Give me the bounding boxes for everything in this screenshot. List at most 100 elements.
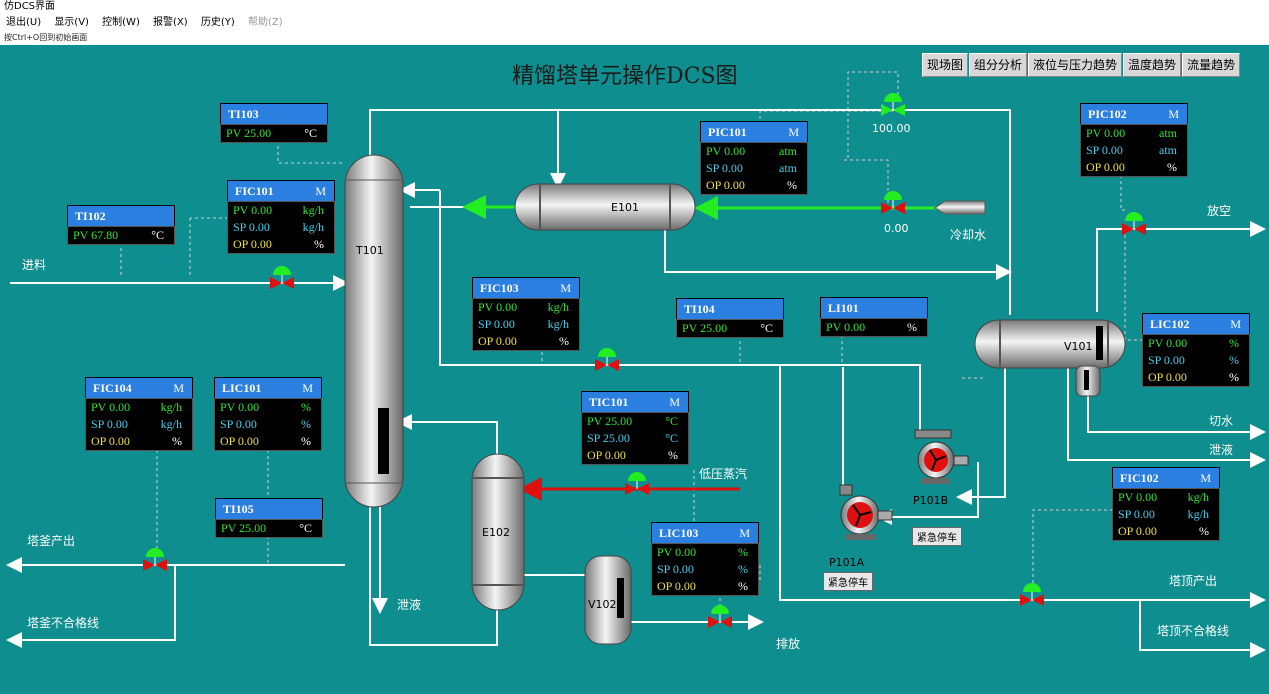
lic102-sp-unit: %	[1229, 353, 1239, 367]
ti103-unit: °C	[304, 126, 317, 140]
faceplate-fic104[interactable]: FIC104 M PV 0.00 kg/h SP 0.00 kg/h OP 0.00%	[85, 377, 193, 451]
lic101-op[interactable]: OP 0.00	[220, 434, 259, 448]
fic102-op[interactable]: OP 0.00	[1118, 524, 1157, 538]
fic104-sp-unit: kg/h	[160, 417, 182, 431]
pic102-sp[interactable]: SP 0.00	[1086, 143, 1123, 157]
column-t101[interactable]	[344, 154, 404, 508]
pic102-op[interactable]: OP 0.00	[1086, 160, 1125, 174]
lic102-op[interactable]: OP 0.00	[1148, 370, 1187, 384]
faceplate-lic102[interactable]: LIC102 M PV 0.00% SP 0.00% OP 0.00%	[1142, 313, 1250, 387]
fic102-sp-unit: kg/h	[1187, 507, 1209, 521]
valve-pic101-icon	[881, 93, 905, 116]
fic102-sp[interactable]: SP 0.00	[1118, 507, 1155, 521]
label-water-cut: 切水	[1209, 414, 1234, 428]
tic101-mode[interactable]: M	[669, 392, 680, 412]
li101-pv: PV 0.00	[826, 320, 866, 334]
pic101-op[interactable]: OP 0.00	[706, 178, 745, 192]
pic101-sp[interactable]: SP 0.00	[706, 161, 743, 175]
faceplate-pic101[interactable]: PIC101 M PV 0.00 atm SP 0.00 atm OP 0.00%	[700, 121, 808, 195]
faceplate-fic101[interactable]: FIC101 M PV 0.00 kg/h SP 0.00 kg/h OP 0.00%	[227, 180, 335, 254]
fic104-sp[interactable]: SP 0.00	[91, 417, 128, 431]
fic102-mode[interactable]: M	[1200, 468, 1211, 488]
lic103-op[interactable]: OP 0.00	[657, 579, 696, 593]
fic101-op[interactable]: OP 0.00	[233, 237, 272, 251]
lic103-sp[interactable]: SP 0.00	[657, 562, 694, 576]
condenser-e101[interactable]	[514, 183, 696, 231]
pic102-mode[interactable]: M	[1168, 104, 1179, 124]
fic103-pv: PV 0.00	[478, 300, 518, 314]
tab-level-pressure-trend[interactable]: 液位与压力趋势	[1028, 53, 1123, 77]
fic101-mode[interactable]: M	[315, 181, 326, 201]
fic102-tag: FIC102	[1120, 471, 1159, 485]
fic104-mode[interactable]: M	[173, 378, 184, 398]
faceplate-fic103[interactable]: FIC103 M PV 0.00 kg/h SP 0.00 kg/h OP 0.00%	[472, 277, 580, 351]
lic103-mode[interactable]: M	[739, 523, 750, 543]
ti102-pv: PV 67.80	[73, 228, 119, 242]
fic102-op-unit: %	[1199, 524, 1209, 538]
faceplate-lic101[interactable]: LIC101 M PV 0.00% SP 0.00% OP 0.00%	[214, 377, 322, 451]
t101-level-bar	[378, 408, 389, 474]
pump-p101a[interactable]	[839, 484, 893, 540]
faceplate-pic102[interactable]: PIC102 M PV 0.00 atm SP 0.00 atm OP 0.00%	[1080, 103, 1188, 177]
fic101-tag: FIC101	[235, 184, 274, 198]
emergency-stop-p101a-button[interactable]: 紧急停车	[823, 572, 873, 591]
fic104-op[interactable]: OP 0.00	[91, 434, 130, 448]
valve-cw-opening: 0.00	[884, 222, 909, 235]
tic101-sp[interactable]: SP 25.00	[587, 431, 630, 445]
faceplate-li101[interactable]: LI101 PV 0.00%	[820, 297, 928, 337]
faceplate-ti105[interactable]: TI105 PV 25.00 °C	[215, 498, 323, 538]
pic102-sp-unit: atm	[1159, 143, 1177, 157]
faceplate-li101-tag: LI101	[820, 297, 928, 318]
lic101-pv-unit: %	[301, 400, 311, 414]
fic103-op[interactable]: OP 0.00	[478, 334, 517, 348]
ti104-unit: °C	[760, 321, 773, 335]
emergency-stop-p101b-button[interactable]: 紧急停车	[912, 527, 962, 546]
tab-flow-trend[interactable]: 流量趋势	[1182, 53, 1241, 77]
view-tabs: 现场图 组分分析 液位与压力趋势 温度趋势 流量趋势	[922, 53, 1241, 77]
pump-p101b[interactable]	[914, 429, 969, 484]
lic101-mode[interactable]: M	[302, 378, 313, 398]
fic104-tag: FIC104	[93, 381, 132, 395]
valve-cooling-water-icon	[881, 191, 905, 214]
page-title: 精馏塔单元操作DCS图	[512, 64, 738, 89]
tab-temperature-trend[interactable]: 温度趋势	[1123, 53, 1182, 77]
fic103-mode[interactable]: M	[560, 278, 571, 298]
faceplate-ti104-tag: TI104	[676, 298, 784, 319]
faceplate-ti103[interactable]: TI103 PV 25.00 °C	[220, 103, 328, 143]
pic101-pv: PV 0.00	[706, 144, 746, 158]
pic101-pv-unit: atm	[779, 144, 797, 158]
fic102-pv: PV 0.00	[1118, 490, 1158, 504]
valve-top-opening: 100.00	[872, 122, 911, 135]
label-drain-left: 泄液	[397, 598, 422, 612]
fic103-sp[interactable]: SP 0.00	[478, 317, 515, 331]
lic103-tag: LIC103	[659, 526, 699, 540]
lic102-sp[interactable]: SP 0.00	[1148, 353, 1185, 367]
lic102-mode[interactable]: M	[1230, 314, 1241, 334]
li101-unit: %	[907, 320, 917, 334]
pic101-op-unit: %	[787, 178, 797, 192]
fic101-sp[interactable]: SP 0.00	[233, 220, 270, 234]
faceplate-lic103[interactable]: LIC103 M PV 0.00% SP 0.00% OP 0.00%	[651, 522, 759, 596]
lic102-pv-unit: %	[1229, 336, 1239, 350]
faceplate-tic101[interactable]: TIC101 M PV 25.00 °C SP 25.00 °C OP 0.00%	[581, 391, 689, 465]
faceplate-fic102[interactable]: FIC102 M PV 0.00 kg/h SP 0.00 kg/h OP 0.00%	[1112, 467, 1220, 541]
fic103-pv-unit: kg/h	[547, 300, 569, 314]
label-p101a: P101A	[829, 556, 865, 569]
tab-field-view[interactable]: 现场图	[922, 53, 969, 77]
faceplate-ti104[interactable]: TI104 PV 25.00 °C	[676, 298, 784, 338]
tic101-op[interactable]: OP 0.00	[587, 448, 626, 462]
valve-fic102-icon	[1020, 583, 1044, 606]
pic101-mode[interactable]: M	[788, 122, 799, 142]
lic101-pv: PV 0.00	[220, 400, 260, 414]
valve-pic102-icon	[1122, 212, 1146, 235]
tab-composition-analysis[interactable]: 组分分析	[969, 53, 1028, 77]
lic103-pv-unit: %	[738, 545, 748, 559]
faceplate-ti102[interactable]: TI102 PV 67.80 °C	[67, 205, 175, 245]
lic101-sp[interactable]: SP 0.00	[220, 417, 257, 431]
drum-v101[interactable]	[974, 319, 1126, 397]
label-bottom-offspec: 塔釜不合格线	[27, 616, 100, 630]
fic104-pv: PV 0.00	[91, 400, 131, 414]
ti105-pv: PV 25.00	[221, 521, 267, 535]
ti102-unit: °C	[151, 228, 164, 242]
fic101-sp-unit: kg/h	[302, 220, 324, 234]
